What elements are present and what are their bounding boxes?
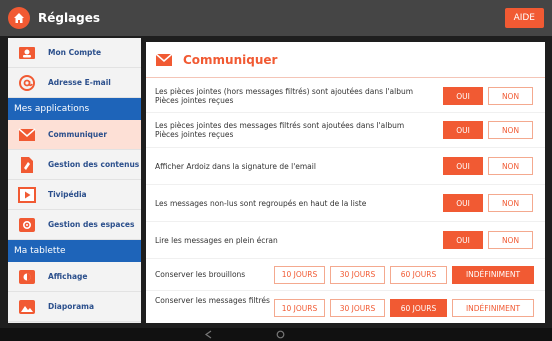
setting-label: Afficher Ardoiz dans la signature de l'e… [155, 161, 316, 171]
setting-row-fullscreen: Lire les messages en plein écran OUI NON [146, 222, 545, 259]
sidebar-item-label: Tivipédia [48, 190, 87, 199]
setting-label: Conserver les brouillons [155, 270, 246, 279]
setting-label: Lire les messages en plein écran [155, 235, 278, 245]
setting-row-filtered-attachments: Les pièces jointes des messages filtrés … [146, 113, 545, 148]
sidebar-item-label: Affichage [48, 272, 88, 281]
setting-label: Les pièces jointes des messages filtrés … [155, 121, 405, 139]
yes-button[interactable]: OUI [443, 231, 483, 249]
sidebar-item-tivipedia[interactable]: Tivipédia [8, 180, 141, 210]
option-indefinitely[interactable]: INDÉFINIMENT [452, 265, 534, 284]
sidebar-item-affichage[interactable]: Affichage [8, 262, 141, 292]
setting-row-keep-drafts: Conserver les brouillons 10 JOURS 30 JOU… [146, 259, 545, 291]
sidebar-section-tablet: Ma tablette [8, 240, 141, 262]
home-nav-icon[interactable] [276, 330, 285, 339]
sidebar-item-label: Gestion des contenus [48, 160, 140, 169]
sidebar-item-label: Gestion des espaces [48, 220, 135, 229]
display-icon [16, 267, 38, 287]
option-indefinitely[interactable]: INDÉFINIMENT [452, 299, 534, 317]
setting-label: Les pièces jointes (hors messages filtré… [155, 87, 414, 105]
at-sign-icon [16, 73, 38, 93]
sidebar-item-label: Mon Compte [48, 48, 102, 57]
sidebar-section-apps: Mes applications [8, 98, 141, 120]
help-button[interactable]: AIDE [504, 8, 544, 28]
no-button[interactable]: NON [488, 87, 533, 105]
setting-label: Les messages non-lus sont regroupés en h… [155, 198, 367, 208]
sidebar-item-gestion-espaces[interactable]: Gestion des espaces [8, 210, 141, 240]
sidebar: Mon Compte Adresse E-mail Mes applicatio… [8, 38, 141, 323]
yes-button[interactable]: OUI [443, 121, 483, 139]
yes-button[interactable]: OUI [443, 87, 483, 105]
setting-row-unread-grouping: Les messages non-lus sont regroupés en h… [146, 185, 545, 222]
setting-label: Conserver les messages filtrés [155, 296, 270, 305]
yes-button[interactable]: OUI [443, 157, 483, 175]
document-icon [16, 155, 38, 175]
option-10-days[interactable]: 10 JOURS [274, 299, 325, 317]
sidebar-item-adresse-email[interactable]: Adresse E-mail [8, 68, 141, 98]
panel-header: Communiquer [146, 42, 545, 78]
setting-row-signature: Afficher Ardoiz dans la signature de l'e… [146, 148, 545, 185]
person-card-icon [16, 43, 38, 63]
sidebar-item-diaporama[interactable]: Diaporama [8, 292, 141, 322]
sidebar-item-label: Diaporama [48, 302, 95, 311]
home-button[interactable] [8, 7, 30, 29]
no-button[interactable]: NON [488, 121, 533, 139]
setting-row-keep-filtered: Conserver les messages filtrés 10 JOURS … [146, 293, 545, 323]
page-title: Communiquer [183, 52, 278, 67]
sidebar-item-label: Communiquer [48, 130, 108, 139]
no-button[interactable]: NON [488, 231, 533, 249]
system-navigation-bar [0, 328, 552, 341]
sidebar-item-communiquer[interactable]: Communiquer [8, 120, 141, 150]
no-button[interactable]: NON [488, 157, 533, 175]
back-icon[interactable] [204, 330, 213, 339]
gear-icon [16, 215, 38, 235]
option-30-days[interactable]: 30 JOURS [330, 299, 385, 317]
title-bar: Réglages AIDE [0, 0, 552, 36]
option-10-days[interactable]: 10 JOURS [274, 265, 325, 284]
no-button[interactable]: NON [488, 194, 533, 212]
yes-button[interactable]: OUI [443, 194, 483, 212]
option-60-days[interactable]: 60 JOURS [390, 265, 447, 284]
home-icon [14, 13, 24, 23]
sidebar-item-label: Adresse E-mail [48, 78, 111, 87]
sidebar-item-mon-compte[interactable]: Mon Compte [8, 38, 141, 68]
envelope-icon [155, 52, 173, 67]
option-60-days[interactable]: 60 JOURS [390, 299, 447, 317]
picture-icon [16, 297, 38, 317]
settings-panel: Communiquer Les pièces jointes (hors mes… [146, 42, 545, 323]
option-30-days[interactable]: 30 JOURS [330, 265, 385, 284]
app-title: Réglages [38, 11, 101, 25]
setting-row-attachments: Les pièces jointes (hors messages filtré… [146, 80, 545, 113]
envelope-icon [16, 125, 38, 145]
play-icon [16, 185, 38, 205]
sidebar-item-gestion-contenus[interactable]: Gestion des contenus [8, 150, 141, 180]
